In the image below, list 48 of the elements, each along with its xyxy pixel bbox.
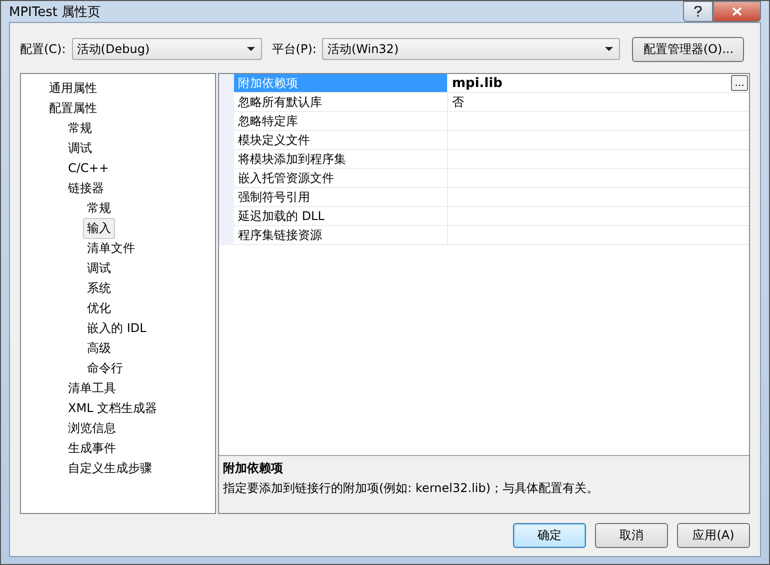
platform-label: 平台(P): bbox=[272, 40, 316, 58]
tree-item[interactable]: 常规 bbox=[83, 198, 115, 218]
tree-item[interactable]: 通用属性 bbox=[45, 78, 101, 98]
config-dropdown[interactable]: 活动(Debug) bbox=[72, 38, 262, 60]
tree-item[interactable]: 优化 bbox=[83, 298, 115, 318]
tree-item[interactable]: 调试 bbox=[64, 138, 96, 158]
property-name[interactable]: 延迟加载的 DLL bbox=[234, 207, 448, 226]
property-name[interactable]: 模块定义文件 bbox=[234, 131, 448, 150]
tree-item[interactable]: 配置属性 bbox=[45, 98, 101, 118]
tree-item[interactable]: 高级 bbox=[83, 338, 115, 358]
property-name[interactable]: 强制符号引用 bbox=[234, 188, 448, 207]
dropdown-arrow-icon bbox=[246, 47, 255, 51]
tree-item[interactable]: 生成事件 bbox=[64, 438, 120, 458]
tree-item[interactable]: 常规 bbox=[64, 118, 96, 138]
config-label: 配置(C): bbox=[20, 40, 66, 58]
property-value[interactable]: mpi.lib bbox=[452, 76, 502, 90]
property-name[interactable]: 忽略所有默认库 bbox=[234, 93, 448, 112]
tree-item[interactable]: 系统 bbox=[83, 278, 115, 298]
tree-item[interactable]: 命令行 bbox=[83, 358, 127, 378]
dialog-button[interactable]: 应用(A) bbox=[677, 522, 750, 548]
tree-item[interactable]: 嵌入的 IDL bbox=[83, 318, 150, 338]
tree-item[interactable]: 链接器 bbox=[64, 178, 108, 198]
description-title: 附加依赖项 bbox=[223, 460, 284, 477]
dialog-button[interactable]: 确定 bbox=[513, 522, 586, 548]
help-button[interactable] bbox=[683, 1, 713, 22]
close-button[interactable] bbox=[713, 1, 761, 22]
tree-item[interactable]: C/C++ bbox=[64, 159, 113, 177]
question-icon bbox=[694, 6, 702, 17]
tree-item[interactable]: 输入 bbox=[83, 218, 115, 238]
close-icon bbox=[732, 7, 742, 16]
tree-item[interactable]: 清单文件 bbox=[83, 238, 139, 258]
tree-item[interactable]: 浏览信息 bbox=[64, 418, 120, 438]
property-name[interactable]: 嵌入托管资源文件 bbox=[234, 169, 448, 188]
property-name[interactable]: 程序集链接资源 bbox=[234, 226, 448, 245]
browse-button[interactable]: ... bbox=[731, 75, 748, 91]
window-title: MPITest 属性页 bbox=[9, 4, 101, 20]
tree-item[interactable]: 清单工具 bbox=[64, 378, 120, 398]
property-name[interactable]: 忽略特定库 bbox=[234, 112, 448, 131]
property-value[interactable]: 否 bbox=[452, 94, 464, 110]
dialog-button[interactable]: 取消 bbox=[595, 522, 668, 548]
tree-item[interactable]: 自定义生成步骤 bbox=[64, 458, 156, 478]
tree-item[interactable]: 调试 bbox=[83, 258, 115, 278]
tree-item[interactable]: XML 文档生成器 bbox=[64, 398, 162, 418]
config-manager-button[interactable]: 配置管理器(O)... bbox=[632, 36, 744, 62]
description-text: 指定要添加到链接行的附加项(例如: kernel32.lib)；与具体配置有关。 bbox=[223, 480, 600, 497]
dropdown-arrow-icon bbox=[605, 47, 614, 51]
platform-dropdown[interactable]: 活动(Win32) bbox=[322, 38, 620, 60]
property-name[interactable]: 将模块添加到程序集 bbox=[234, 150, 448, 169]
